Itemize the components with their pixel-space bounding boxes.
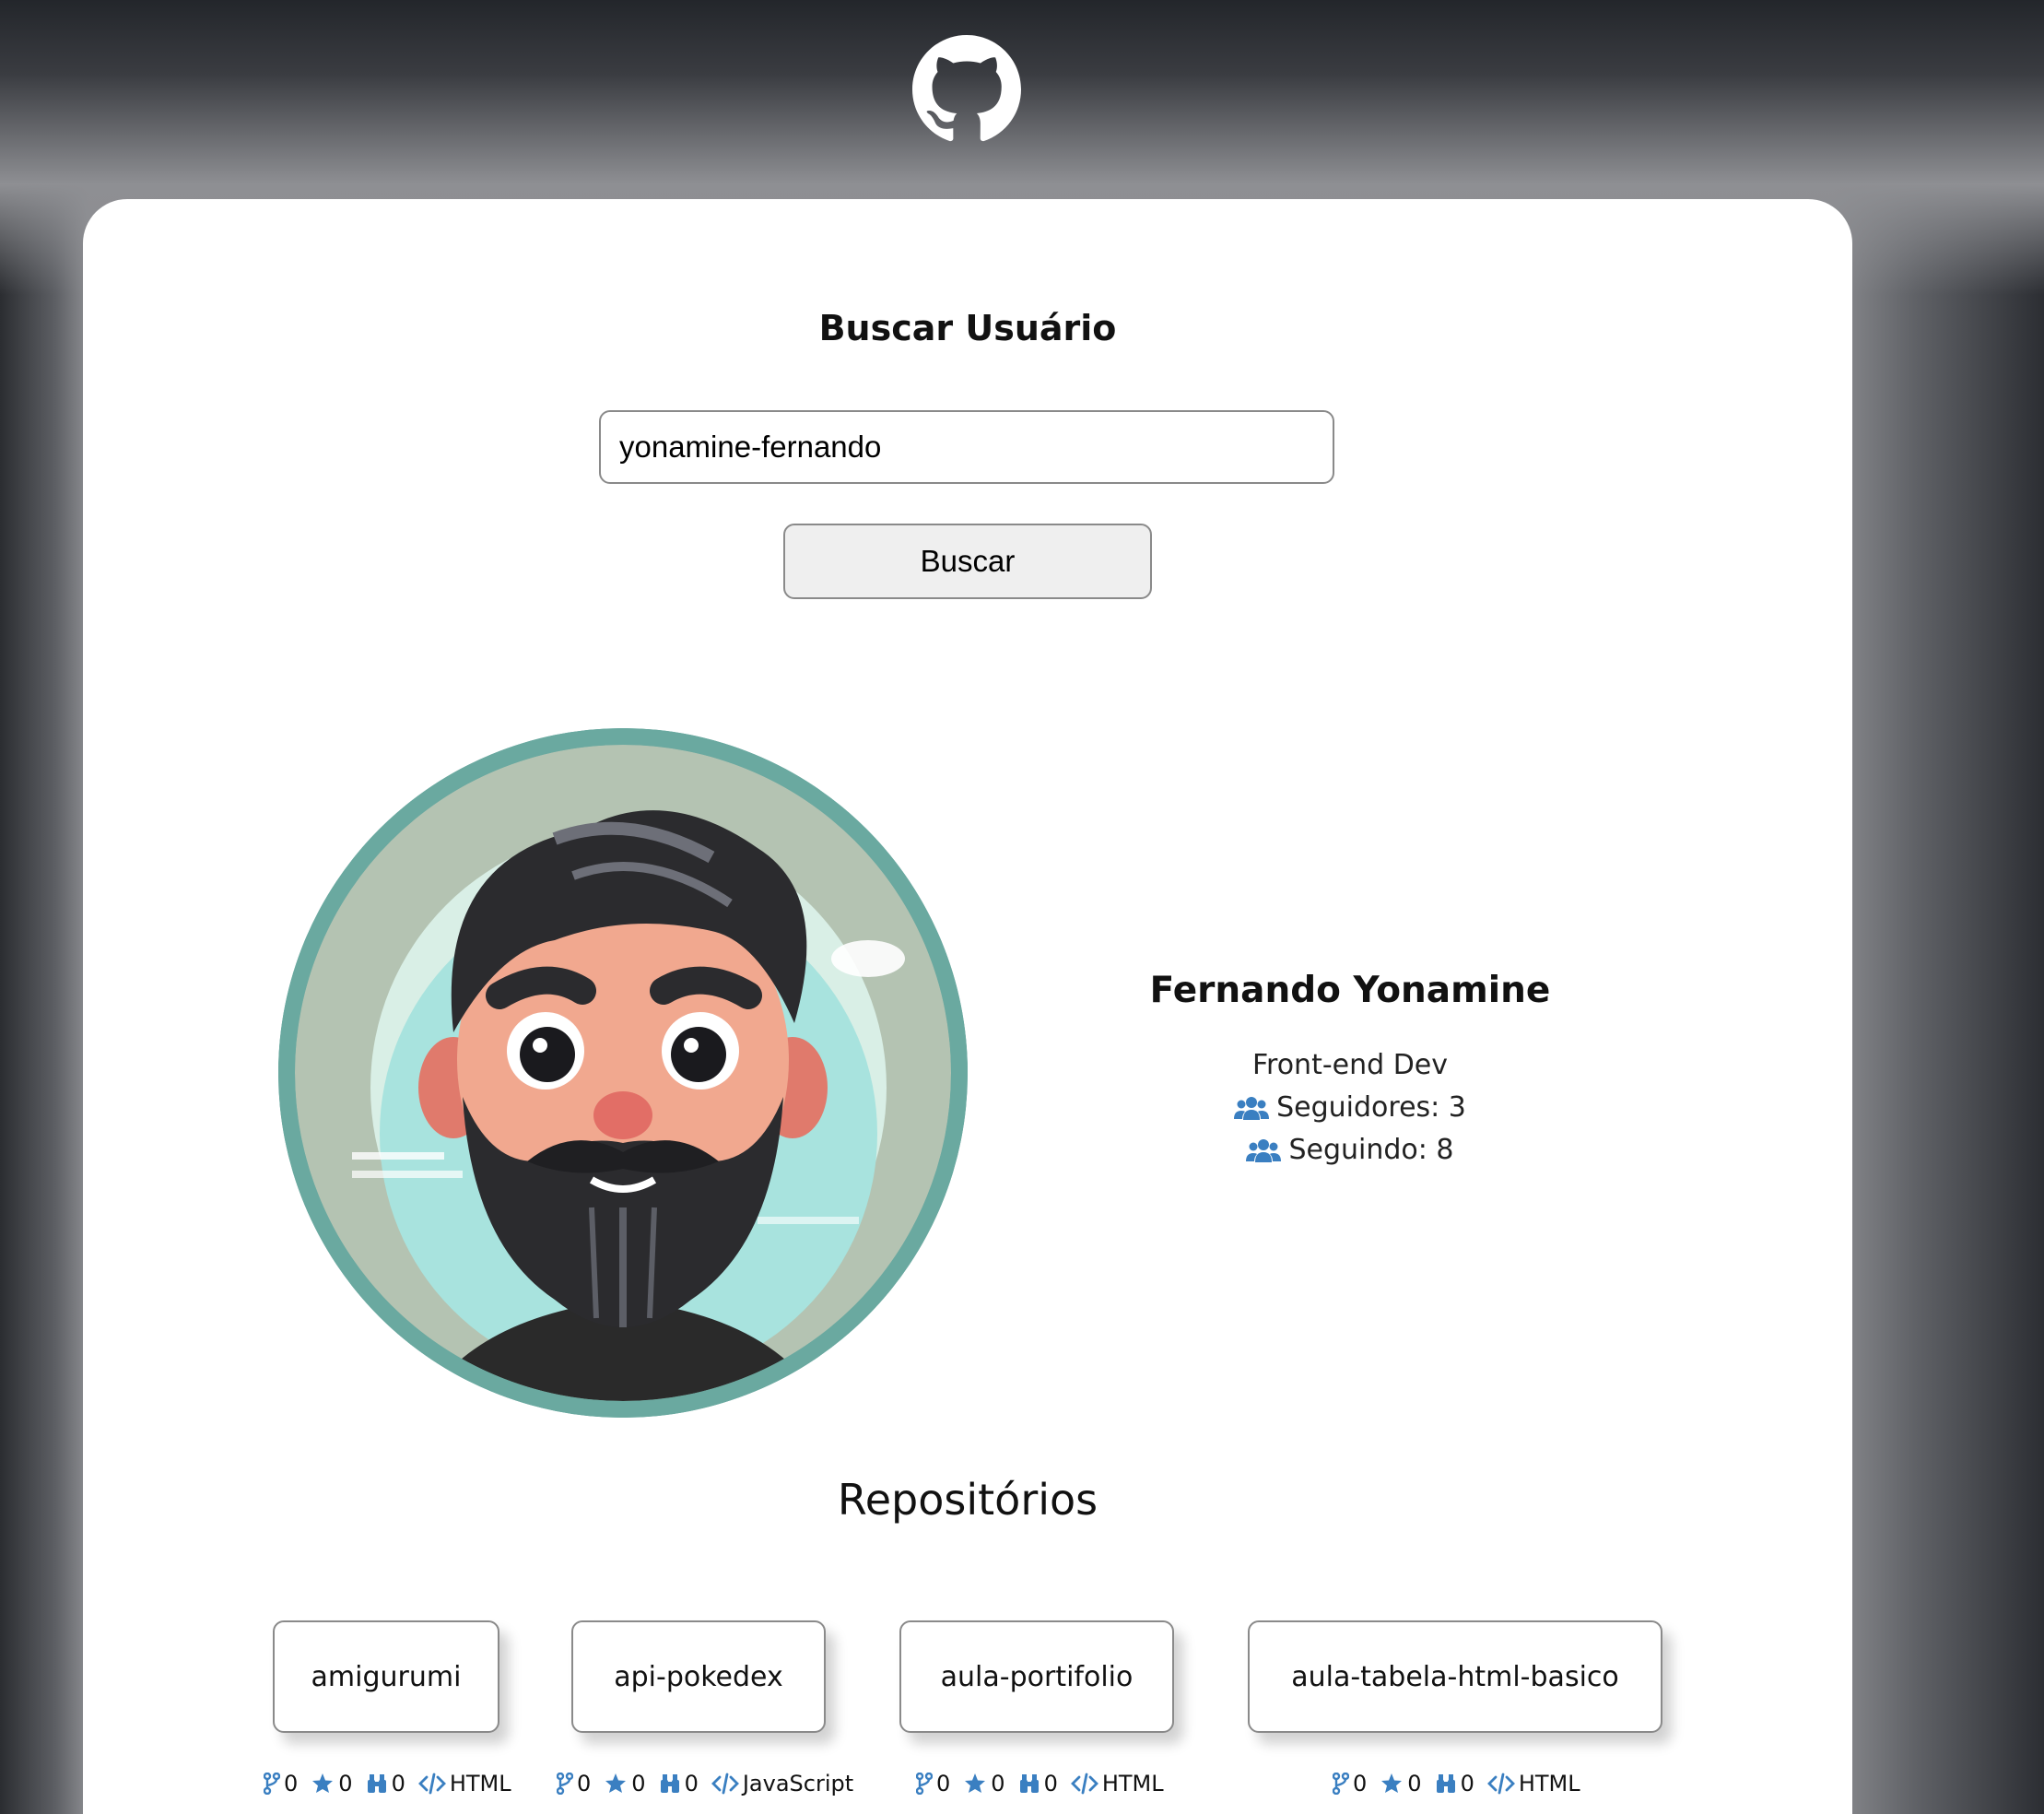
binoculars-icon	[367, 1774, 386, 1793]
repos-title: Repositórios	[837, 1475, 1098, 1525]
repo-language: JavaScript	[742, 1771, 854, 1796]
repo-card[interactable]: aula-portifolio	[899, 1620, 1174, 1733]
profile-bio: Front-end Dev	[1004, 1049, 1696, 1081]
star-count: 0	[631, 1771, 646, 1796]
repo-meta: 0 0 0 HTML	[1333, 1768, 1580, 1799]
followers-label: Seguidores: 3	[1276, 1091, 1466, 1124]
watcher-count: 0	[684, 1771, 699, 1796]
watcher-count: 0	[391, 1771, 405, 1796]
repo-name: amigurumi	[311, 1660, 462, 1693]
watcher-count: 0	[1043, 1771, 1058, 1796]
binoculars-icon	[660, 1774, 679, 1793]
binoculars-icon	[1436, 1774, 1455, 1793]
main-card: Buscar Usuário Buscar	[83, 199, 1852, 1814]
star-count: 0	[1407, 1771, 1422, 1796]
followers-stat: Seguidores: 3	[1004, 1091, 1696, 1124]
repo-name: api-pokedex	[614, 1660, 783, 1693]
github-icon	[912, 35, 1021, 142]
fork-icon	[916, 1773, 933, 1795]
star-icon	[1381, 1773, 1403, 1793]
users-icon	[1234, 1096, 1270, 1120]
search-title: Buscar Usuário	[818, 308, 1117, 348]
following-stat: Seguindo: 8	[1004, 1134, 1696, 1166]
repo-card[interactable]: api-pokedex	[571, 1620, 826, 1733]
fork-count: 0	[577, 1771, 592, 1796]
search-input[interactable]	[599, 410, 1334, 484]
cartoon-avatar	[278, 728, 968, 1418]
star-count: 0	[991, 1771, 1005, 1796]
fork-icon	[557, 1773, 573, 1795]
repo-meta: 0 0 0 JavaScript	[557, 1768, 853, 1799]
repo-card[interactable]: amigurumi	[273, 1620, 499, 1733]
repo-card[interactable]: aula-tabela-html-basico	[1248, 1620, 1662, 1733]
repo-language: HTML	[1518, 1771, 1580, 1796]
code-icon	[1486, 1773, 1515, 1795]
fork-count: 0	[1353, 1771, 1368, 1796]
watcher-count: 0	[1460, 1771, 1474, 1796]
profile-bio-text: Front-end Dev	[1251, 1049, 1449, 1081]
fork-count: 0	[284, 1771, 299, 1796]
users-icon	[1246, 1138, 1282, 1162]
star-icon	[312, 1773, 334, 1793]
avatar	[278, 728, 968, 1418]
code-icon	[1070, 1773, 1098, 1795]
fork-count: 0	[936, 1771, 951, 1796]
repo-language: HTML	[1101, 1771, 1164, 1796]
repo-language: HTML	[449, 1771, 511, 1796]
code-icon	[711, 1773, 739, 1795]
star-icon	[605, 1773, 627, 1793]
search-button[interactable]: Buscar	[783, 524, 1152, 599]
star-count: 0	[338, 1771, 353, 1796]
binoculars-icon	[1019, 1774, 1039, 1793]
repo-name: aula-portifolio	[940, 1660, 1134, 1693]
fork-icon	[264, 1773, 280, 1795]
repo-name: aula-tabela-html-basico	[1291, 1660, 1619, 1693]
repo-meta: 0 0 0 HTML	[916, 1768, 1164, 1799]
following-label: Seguindo: 8	[1288, 1134, 1454, 1166]
profile-name: Fernando Yonamine	[1149, 970, 1551, 1011]
repo-meta: 0 0 0 HTML	[264, 1768, 511, 1799]
fork-icon	[1333, 1773, 1349, 1795]
star-icon	[965, 1773, 986, 1793]
code-icon	[417, 1773, 446, 1795]
